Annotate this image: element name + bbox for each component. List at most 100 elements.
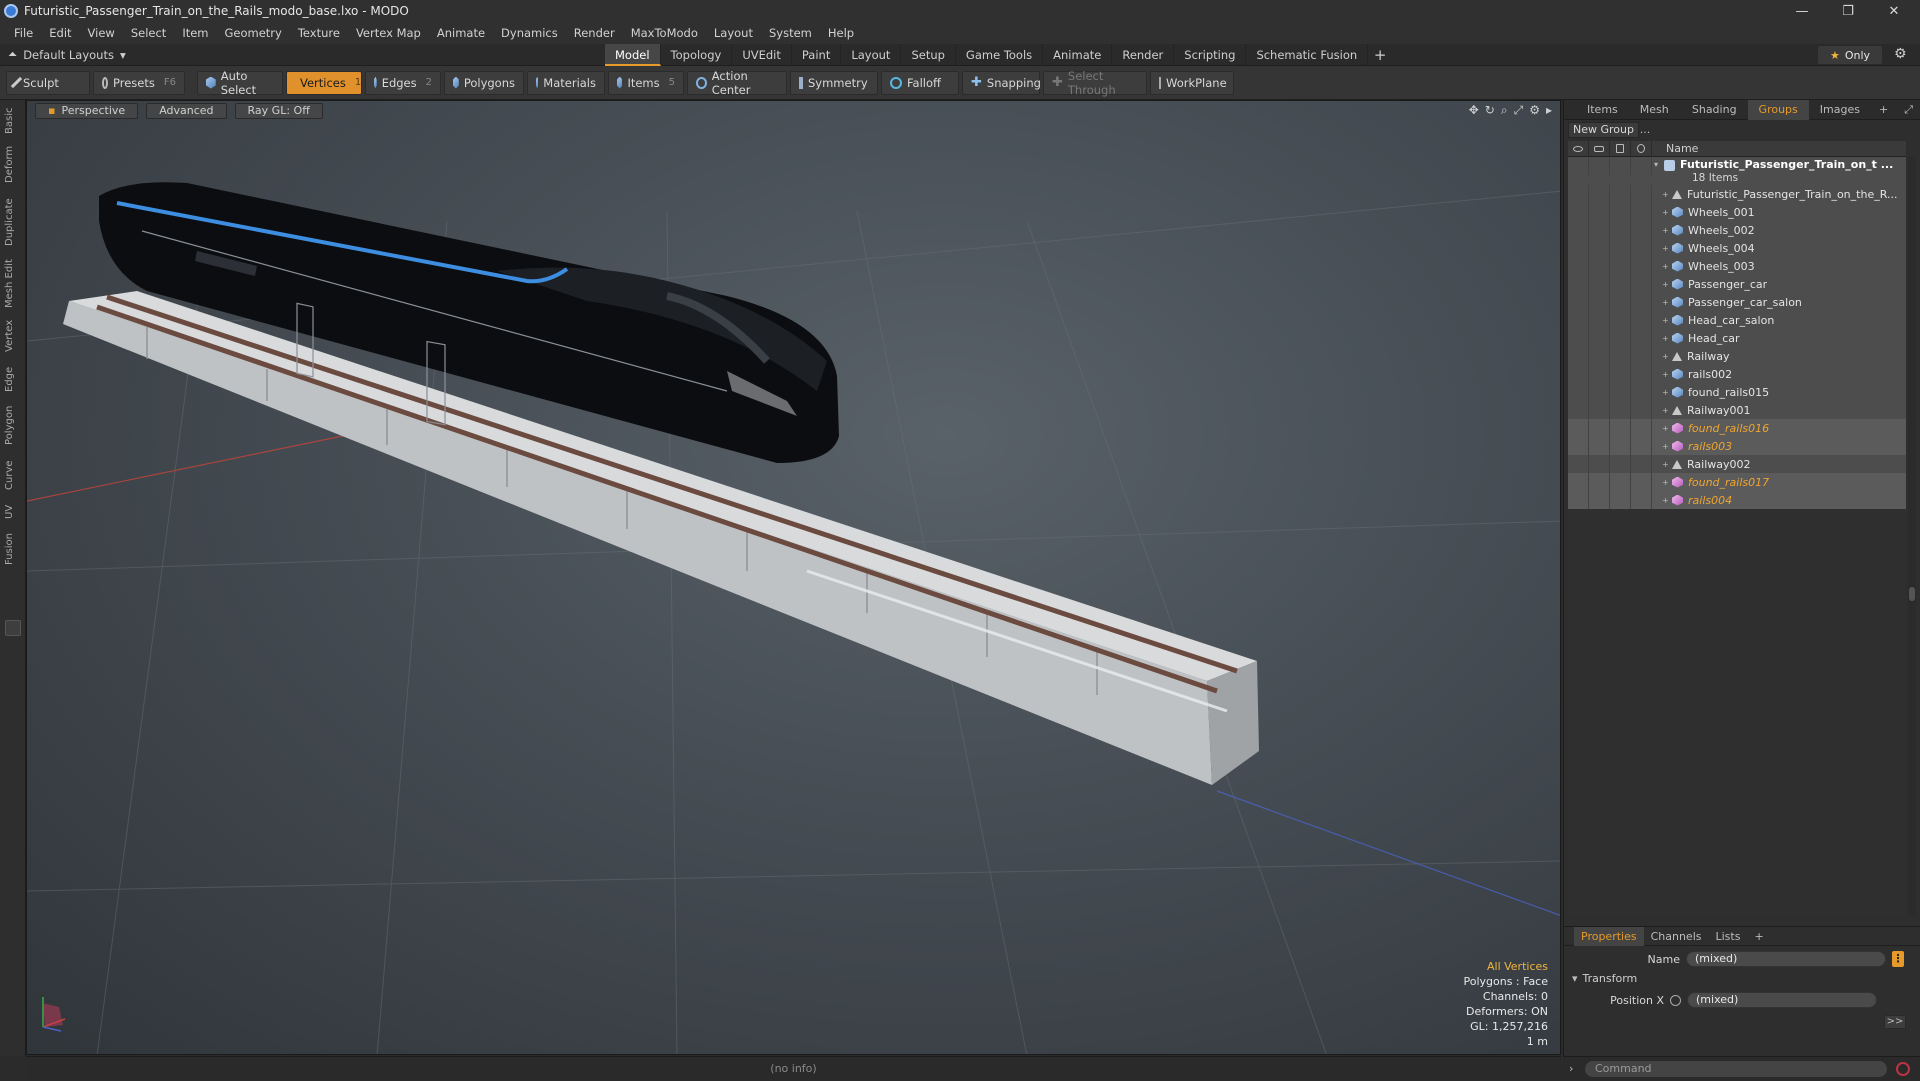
more-button[interactable]: >> <box>1884 1015 1906 1029</box>
tab-uv[interactable]: UV <box>4 502 22 522</box>
tab-mesh-edit[interactable]: Mesh Edit <box>4 258 22 310</box>
stop-icon[interactable] <box>1896 1062 1910 1076</box>
list-item[interactable]: + Railway <box>1568 347 1906 365</box>
visibility-column[interactable] <box>1568 140 1589 157</box>
list-item[interactable]: + found_rails016 <box>1568 419 1906 437</box>
command-input[interactable]: Command <box>1585 1061 1887 1077</box>
advanced-button[interactable]: Advanced <box>146 103 227 119</box>
menu-maxtomodo[interactable]: MaxToModo <box>623 26 706 40</box>
list-item[interactable]: + Wheels_003 <box>1568 257 1906 275</box>
tab-basic[interactable]: Basic <box>4 106 22 136</box>
tab-game-tools[interactable]: Game Tools <box>956 44 1044 66</box>
list-item[interactable]: + Passenger_car <box>1568 275 1906 293</box>
expand-panel-icon[interactable]: ⤢ <box>1896 103 1920 117</box>
group-row[interactable]: ▾ Futuristic_Passenger_Train_on_t ... 18… <box>1568 157 1906 185</box>
lock-column[interactable] <box>1610 140 1631 157</box>
tab-render[interactable]: Render <box>1112 44 1175 66</box>
tab-mesh[interactable]: Mesh ... <box>1629 100 1681 136</box>
falloff-button[interactable]: Falloff <box>881 70 959 95</box>
list-item[interactable]: + found_rails017 <box>1568 473 1906 491</box>
tab-channels[interactable]: Channels <box>1644 927 1709 946</box>
menu-help[interactable]: Help <box>820 26 862 40</box>
select-column[interactable] <box>1631 140 1652 157</box>
rotate-icon[interactable]: ↻ <box>1485 103 1495 118</box>
tab-properties[interactable]: Properties <box>1574 926 1644 946</box>
tab-deform[interactable]: Deform <box>4 144 22 184</box>
close-button[interactable]: ✕ <box>1872 0 1916 22</box>
workplane-button[interactable]: WorkPlane <box>1150 70 1234 95</box>
perspective-button[interactable]: ▪ Perspective <box>35 103 139 119</box>
materials-button[interactable]: Materials <box>527 70 605 95</box>
menu-file[interactable]: File <box>6 26 41 40</box>
options-button[interactable]: ⋮ <box>1892 951 1904 967</box>
tab-topology[interactable]: Topology <box>661 44 733 66</box>
tab-animate[interactable]: Animate <box>1043 44 1113 66</box>
tab-uvedit[interactable]: UVEdit <box>732 44 792 66</box>
menu-texture[interactable]: Texture <box>290 26 348 40</box>
menu-item[interactable]: Item <box>174 26 216 40</box>
list-item[interactable]: + Railway002 <box>1568 455 1906 473</box>
list-item[interactable]: + rails004 <box>1568 491 1906 509</box>
items-button[interactable]: Items 5 <box>608 70 684 95</box>
add-tab-icon[interactable]: + <box>1747 927 1770 946</box>
menu-layout[interactable]: Layout <box>706 26 761 40</box>
new-group-button[interactable]: New Group <box>1568 122 1639 138</box>
tab-fusion[interactable]: Fusion <box>4 532 22 566</box>
edges-button[interactable]: Edges 2 <box>365 70 441 95</box>
tab-curve[interactable]: Curve <box>4 458 22 492</box>
pan-icon[interactable]: ✥ <box>1469 103 1479 118</box>
raygl-button[interactable]: Ray GL: Off <box>234 103 323 119</box>
tab-scripting[interactable]: Scripting <box>1174 44 1247 66</box>
fit-icon[interactable]: ⤢ <box>1514 103 1524 118</box>
viewport-menu-icon[interactable]: ▸ <box>1546 103 1552 118</box>
layout-selector[interactable]: ⏶ Default Layouts ▾ <box>8 47 126 62</box>
menu-select[interactable]: Select <box>123 26 174 40</box>
menu-geometry[interactable]: Geometry <box>217 26 290 40</box>
menu-view[interactable]: View <box>80 26 123 40</box>
menu-dynamics[interactable]: Dynamics <box>493 26 566 40</box>
transform-section[interactable]: ▾ Transform <box>1564 969 1920 987</box>
name-field[interactable]: (mixed) <box>1686 951 1886 967</box>
tab-paint[interactable]: Paint <box>792 44 842 66</box>
vertices-button[interactable]: Vertices 1 <box>286 70 362 95</box>
tab-edge[interactable]: Edge <box>4 364 22 394</box>
tab-setup[interactable]: Setup <box>901 44 956 66</box>
list-item[interactable]: + Futuristic_Passenger_Train_on_the_R... <box>1568 185 1906 203</box>
tab-images[interactable]: Images <box>1809 100 1871 120</box>
tab-shading[interactable]: Shading <box>1681 100 1748 120</box>
tab-duplicate[interactable]: Duplicate <box>4 196 22 248</box>
menu-system[interactable]: System <box>761 26 820 40</box>
auto-select-button[interactable]: Auto Select <box>197 69 283 97</box>
tab-vertex[interactable]: Vertex <box>4 318 22 354</box>
gear-icon[interactable]: ⚙ <box>1894 46 1907 62</box>
list-item[interactable]: + Wheels_001 <box>1568 203 1906 221</box>
render-column[interactable] <box>1589 140 1610 157</box>
menu-vertex-map[interactable]: Vertex Map <box>348 26 429 40</box>
menu-animate[interactable]: Animate <box>429 26 493 40</box>
list-item[interactable]: + Wheels_002 <box>1568 221 1906 239</box>
list-item[interactable]: + Railway001 <box>1568 401 1906 419</box>
collapse-icon[interactable]: ▾ <box>1654 160 1664 169</box>
action-center-button[interactable]: Action Center <box>687 69 787 97</box>
3d-viewport[interactable]: ▪ Perspective Advanced Ray GL: Off ✥ ↻ ⌕ … <box>26 100 1561 1055</box>
list-item[interactable]: + Head_car_salon <box>1568 311 1906 329</box>
presets-button[interactable]: Presets F6 <box>93 70 185 95</box>
snapping-button[interactable]: ✚ Snapping <box>962 70 1041 95</box>
tab-polygon[interactable]: Polygon <box>4 402 22 448</box>
tab-groups[interactable]: Groups <box>1747 99 1809 120</box>
list-item[interactable]: + Wheels_004 <box>1568 239 1906 257</box>
scrollbar-thumb[interactable] <box>1909 587 1915 601</box>
tab-lists[interactable]: Lists <box>1709 927 1748 946</box>
keyframe-icon[interactable] <box>1670 994 1681 1006</box>
panel-toggle-button[interactable] <box>5 620 21 636</box>
list-item[interactable]: + found_rails015 <box>1568 383 1906 401</box>
minimize-button[interactable]: — <box>1780 0 1824 22</box>
sculpt-button[interactable]: Sculpt <box>6 70 90 95</box>
menu-edit[interactable]: Edit <box>41 26 79 40</box>
list-item[interactable]: + rails002 <box>1568 365 1906 383</box>
position-x-field[interactable]: (mixed) <box>1687 992 1877 1008</box>
list-scrollbar[interactable] <box>1908 157 1916 916</box>
list-item[interactable]: + Passenger_car_salon <box>1568 293 1906 311</box>
zoom-icon[interactable]: ⌕ <box>1501 103 1508 118</box>
list-item[interactable]: + rails003 <box>1568 437 1906 455</box>
